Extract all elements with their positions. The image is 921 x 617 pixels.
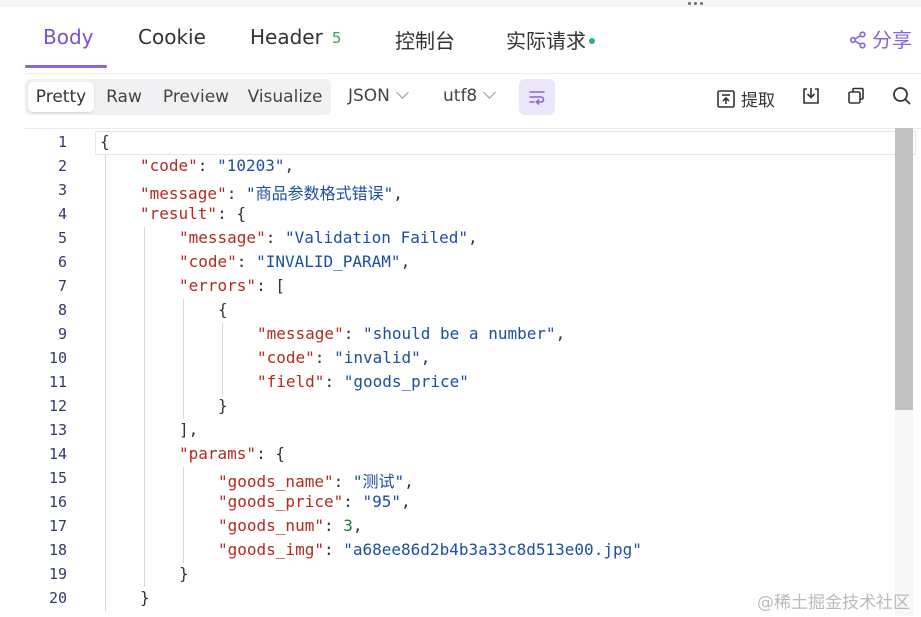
extract-button[interactable]: 提取 — [716, 86, 775, 111]
format-value: JSON — [348, 86, 390, 106]
code-line: } — [179, 564, 189, 583]
code-line: } — [218, 396, 228, 415]
code-line: ], — [179, 420, 199, 439]
json-key: "message" — [140, 184, 227, 203]
visualize-button[interactable]: Visualize — [245, 79, 325, 115]
tab-body[interactable]: Body — [43, 25, 94, 49]
tabs-divider — [25, 73, 921, 74]
json-key: "field" — [257, 372, 325, 391]
json-key: "code" — [140, 156, 198, 175]
wrap-lines-icon — [529, 91, 545, 105]
json-value: "商品参数格式错误" — [245, 184, 394, 203]
json-key: "code" — [179, 252, 237, 271]
response-tabs: Body Cookie Header 5 控制台 实际请求 分享 — [0, 7, 921, 74]
json-key: "message" — [257, 324, 344, 343]
tab-actual-request[interactable]: 实际请求 — [506, 25, 595, 54]
download-button[interactable] — [801, 86, 821, 108]
active-tab-indicator — [25, 65, 107, 68]
json-value: "a68ee86d2b4b3a33c8d513e00.jpg" — [343, 540, 642, 559]
pretty-button[interactable]: Pretty — [28, 82, 94, 112]
view-mode-segmented: Pretty Raw Preview Visualize — [25, 79, 331, 115]
extract-label: 提取 — [741, 91, 775, 111]
code-line: "code": "invalid", — [257, 348, 431, 367]
share-button[interactable]: 分享 — [849, 24, 912, 53]
encoding-value: utf8 — [443, 86, 478, 106]
scrollbar-thumb[interactable] — [895, 128, 913, 410]
json-key: "goods_img" — [218, 540, 324, 559]
json-key: "goods_name" — [218, 472, 334, 491]
extract-icon — [717, 90, 735, 108]
json-key: "errors" — [179, 276, 257, 295]
wrap-lines-button[interactable] — [519, 79, 555, 115]
code-line: "field": "goods_price" — [257, 372, 469, 391]
preview-button[interactable]: Preview — [159, 79, 233, 115]
json-value: "invalid" — [334, 348, 421, 367]
copy-button[interactable] — [846, 86, 866, 108]
drag-handle-icon[interactable] — [688, 1, 706, 5]
share-label: 分享 — [872, 28, 912, 52]
code-line: { — [100, 132, 110, 151]
window-top-strip — [0, 0, 921, 7]
json-key: "code" — [257, 348, 315, 367]
json-value: "95" — [362, 492, 402, 511]
code-line: "goods_num": 3, — [218, 516, 363, 535]
json-value: "INVALID_PARAM" — [256, 252, 401, 271]
code-line: "message": "商品参数格式错误", — [140, 184, 403, 203]
chevron-down-icon — [483, 86, 497, 99]
code-line: "code": "INVALID_PARAM", — [179, 252, 411, 271]
code-line: "message": "Validation Failed", — [179, 228, 478, 247]
raw-button[interactable]: Raw — [101, 79, 147, 115]
chevron-down-icon — [396, 86, 409, 99]
json-value: 3 — [343, 516, 353, 535]
json-key: "result" — [140, 204, 218, 223]
json-value: "测试" — [352, 472, 405, 491]
encoding-select[interactable]: utf8 — [443, 86, 497, 106]
share-icon — [849, 31, 866, 49]
header-count-badge: 5 — [331, 29, 342, 47]
code-line: "code": "10203", — [140, 156, 295, 175]
code-line: "goods_price": "95", — [218, 492, 411, 511]
json-code: { "code": "10203", "message": "商品参数格式错误"… — [25, 129, 905, 617]
code-line: } — [140, 588, 150, 607]
tab-cookie[interactable]: Cookie — [138, 25, 206, 49]
code-line: "goods_name": "测试", — [218, 472, 414, 491]
json-key: "message" — [179, 228, 266, 247]
code-line: "params": { — [179, 444, 285, 463]
code-line: "result": { — [140, 204, 246, 223]
code-line: "goods_img": "a68ee86d2b4b3a33c8d513e00.… — [218, 540, 642, 559]
json-value: "goods_price" — [343, 372, 469, 391]
json-value: "10203" — [217, 156, 285, 175]
code-line: "message": "should be a number", — [257, 324, 566, 343]
watermark: @稀土掘金技术社区 — [757, 593, 910, 613]
code-line: { — [218, 300, 228, 319]
search-icon — [893, 87, 911, 105]
status-dot-icon — [589, 38, 595, 44]
tab-console[interactable]: 控制台 — [395, 25, 455, 54]
code-line: "errors": [ — [179, 276, 285, 295]
tab-header-label: Header — [250, 25, 323, 49]
tab-header[interactable]: Header 5 — [250, 25, 341, 49]
tab-actual-request-label: 实际请求 — [506, 29, 586, 53]
search-button[interactable] — [892, 86, 912, 108]
response-body-editor[interactable]: 1 2 3 4 5 6 7 8 9 10 11 12 13 14 15 16 1… — [25, 128, 921, 617]
json-key: "params" — [179, 444, 257, 463]
json-value: "should be a number" — [362, 324, 556, 343]
download-icon — [803, 88, 819, 104]
copy-icon — [848, 87, 864, 104]
json-value: "Validation Failed" — [284, 228, 468, 247]
json-key: "goods_num" — [218, 516, 324, 535]
format-select[interactable]: JSON — [348, 86, 409, 106]
json-key: "goods_price" — [218, 492, 344, 511]
